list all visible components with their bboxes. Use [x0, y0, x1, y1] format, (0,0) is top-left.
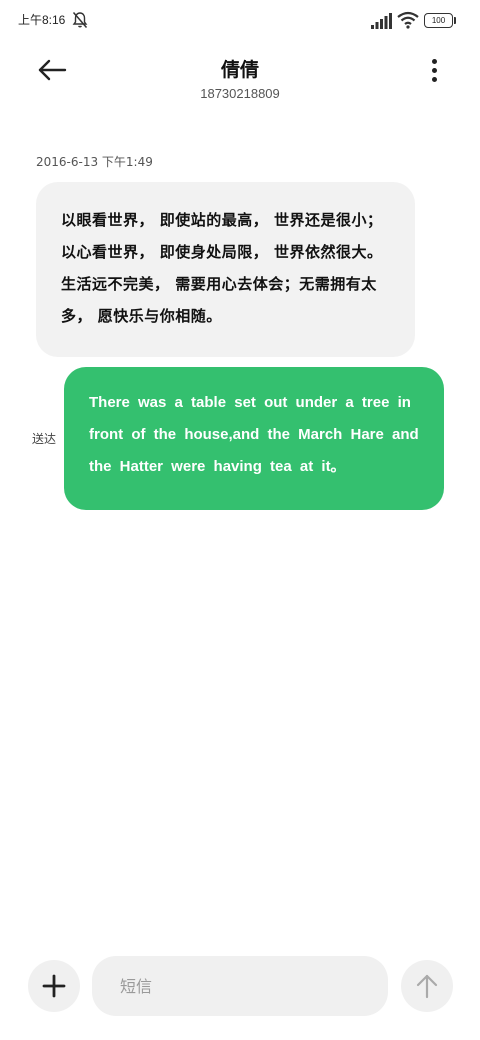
battery-icon: 100 — [424, 13, 456, 28]
arrow-up-icon — [416, 974, 438, 999]
add-attachment-button[interactable] — [28, 960, 80, 1012]
battery-tip — [454, 17, 456, 24]
incoming-message-bubble[interactable]: 以眼看世界， 即使站的最高， 世界还是很小；以心看世界， 即使身处局限， 世界依… — [36, 182, 415, 357]
battery-level: 100 — [424, 13, 453, 28]
outgoing-message-text: There was a table set out under a tree i… — [89, 394, 419, 475]
outgoing-message-bubble[interactable]: There was a table set out under a tree i… — [64, 367, 444, 510]
contact-name: 倩倩 — [220, 59, 259, 81]
incoming-message-text: 以眼看世界， 即使站的最高， 世界还是很小；以心看世界， 即使身处局限， 世界依… — [61, 211, 383, 325]
delivery-status: 送达 — [32, 432, 57, 446]
message-timestamp: 2016-6-13 下午1:49 — [36, 155, 153, 169]
wifi-icon — [397, 11, 419, 29]
send-button[interactable] — [401, 960, 453, 1012]
plus-icon — [42, 974, 66, 998]
status-bar: 上午8:16 100 — [0, 0, 480, 40]
contact-number: 18730218809 — [200, 86, 280, 101]
signal-icon — [371, 13, 392, 29]
status-time: 上午8:16 — [18, 13, 66, 27]
message-input[interactable] — [92, 956, 388, 1016]
more-options-button[interactable] — [418, 52, 450, 88]
more-vertical-icon — [431, 58, 437, 64]
mute-notification-icon — [72, 12, 88, 28]
